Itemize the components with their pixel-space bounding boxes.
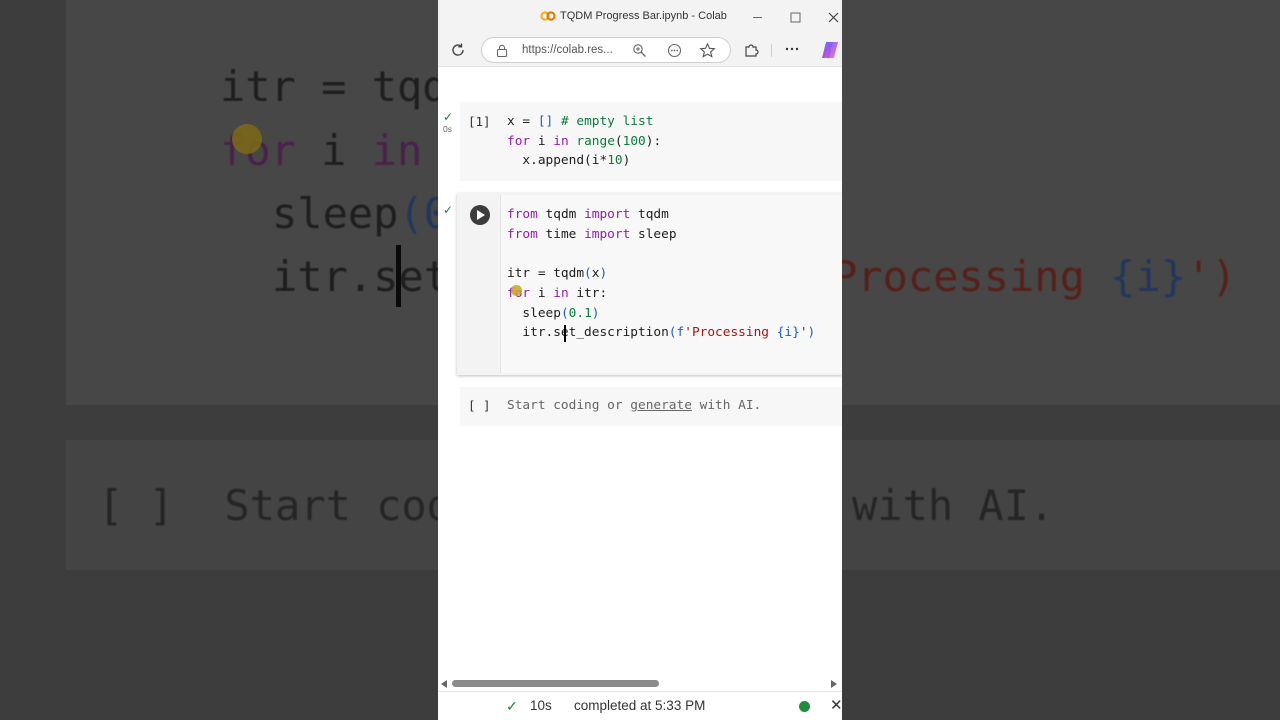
text-cursor [564, 325, 566, 342]
empty-cell-placeholder: Start coding or generate with AI. [507, 398, 762, 413]
background-placeholder: [ ] Start cod [98, 481, 453, 530]
horizontal-scrollbar[interactable] [438, 676, 842, 691]
runtime-connected-indicator [799, 701, 810, 712]
cell-3-exec-count: [ ] [468, 398, 491, 413]
maximize-button[interactable] [784, 6, 806, 28]
background-code-line: itr = tqd [220, 62, 448, 111]
favorite-star-icon[interactable] [699, 42, 716, 59]
reload-icon[interactable] [448, 40, 468, 60]
minimize-button[interactable] [746, 6, 768, 28]
window-title: TQDM Progress Bar.ipynb - Colab [560, 10, 727, 22]
url-text: https://colab.res... [522, 44, 613, 56]
mouse-cursor-highlight [511, 285, 522, 296]
zoom-icon[interactable] [632, 43, 647, 58]
cell-2-success-check-icon: ✓ [443, 203, 454, 217]
background-code-line: sleep(0 [272, 189, 450, 238]
minimize-icon [752, 16, 762, 18]
toolbar-separator [771, 44, 772, 57]
close-icon [828, 12, 838, 22]
scroll-right-arrow-icon[interactable] [831, 680, 837, 688]
address-bar: https://colab.res... [438, 33, 842, 67]
more-menu-icon[interactable] [783, 38, 803, 58]
url-field[interactable]: https://colab.res... [481, 37, 731, 63]
cell-2-gutter-divider [500, 195, 501, 373]
lock-icon [496, 44, 508, 57]
background-placeholder: with AI. [852, 481, 1055, 530]
background-text-cursor [396, 245, 401, 307]
page-actions-icon[interactable] [667, 43, 682, 58]
run-cell-button[interactable] [470, 205, 490, 225]
close-window-button[interactable] [822, 6, 842, 28]
execution-duration: 10s [530, 698, 552, 713]
cell-1-exec-time: 0s [443, 124, 452, 134]
background-cursor-highlight [232, 124, 262, 154]
generate-link[interactable]: generate [630, 398, 692, 413]
execution-status-message: completed at 5:33 PM [574, 698, 706, 713]
maximize-icon [790, 12, 800, 22]
background-code-line: itr.set [272, 252, 450, 301]
browser-window: TQDM Progress Bar.ipynb - Colab https://… [438, 0, 842, 720]
status-bar: ✓ 10s completed at 5:33 PM ✕ [438, 691, 842, 720]
cell-2-code[interactable]: from tqdm import tqdm from time import s… [507, 205, 815, 343]
copilot-icon[interactable] [820, 40, 840, 60]
cell-1-code[interactable]: x = [] # empty list for i in range(100):… [507, 112, 661, 171]
cell-1-exec-count: [1] [468, 114, 491, 129]
background-code-line: Processing {i}') [832, 252, 1237, 301]
close-status-icon[interactable]: ✕ [830, 696, 842, 714]
status-check-icon: ✓ [506, 698, 518, 714]
colab-logo-icon [540, 11, 556, 21]
title-bar: TQDM Progress Bar.ipynb - Colab [438, 0, 842, 33]
scrollbar-thumb[interactable] [452, 680, 659, 687]
cell-1-success-check-icon: ✓ [443, 110, 454, 124]
scroll-left-arrow-icon[interactable] [441, 680, 447, 688]
extensions-icon[interactable] [743, 41, 760, 58]
